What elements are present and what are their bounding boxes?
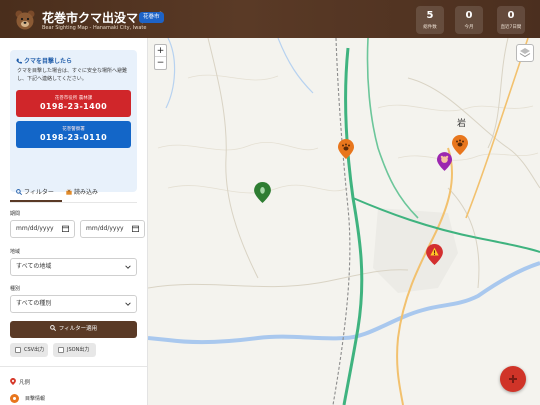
area-select-value: すべての地域 <box>16 263 52 270</box>
tab-import[interactable]: 読み込み <box>66 187 98 196</box>
legend-title-text: 凡例 <box>19 380 31 386</box>
city-office-label: 花巻市役所 農林課 <box>54 96 93 101</box>
sighting-marker[interactable] <box>338 139 354 159</box>
stat-total-value: 5 <box>426 10 434 21</box>
calendar-icon <box>132 225 139 232</box>
layers-button[interactable] <box>516 44 534 62</box>
chevron-down-icon <box>125 302 131 306</box>
date-to-input[interactable]: mm/dd/yyyy <box>80 220 145 238</box>
sidebar-tabs: フィルター 読み込み <box>10 182 140 202</box>
legend-divider <box>0 366 147 367</box>
report-sighting-fab[interactable] <box>500 366 526 392</box>
map-base <box>148 38 540 405</box>
police-number: 0198-23-0110 <box>39 133 108 142</box>
search-icon <box>16 189 23 196</box>
document-icon <box>58 347 64 353</box>
map-place-label: 岩 <box>457 119 467 129</box>
sighting-marker[interactable] <box>452 135 468 155</box>
area-select[interactable]: すべての地域 <box>10 258 137 276</box>
area-label: 地域 <box>10 249 21 255</box>
bear-logo-icon <box>15 10 35 30</box>
city-badge: 花巻市 <box>139 12 164 23</box>
damage-marker[interactable] <box>437 152 452 171</box>
json-export-label: JSON出力 <box>67 347 90 353</box>
sighting-dot-icon <box>10 394 19 403</box>
type-select-value: すべての種別 <box>16 300 52 307</box>
trace-marker[interactable] <box>254 182 271 203</box>
type-select[interactable]: すべての種別 <box>10 295 137 313</box>
document-icon <box>15 347 21 353</box>
chevron-down-icon <box>125 265 131 269</box>
alert-title: クマを目撃したら <box>16 56 72 65</box>
stat-week-value: 0 <box>507 10 515 21</box>
stat-month-value: 0 <box>465 10 473 21</box>
stat-week: 0 直近7日間 <box>497 6 525 34</box>
calendar-icon <box>62 225 69 232</box>
city-office-number: 0198-23-1400 <box>39 102 108 111</box>
tabs-divider <box>10 202 137 203</box>
tab-import-label: 読み込み <box>74 189 99 196</box>
sidebar: クマを目撃したら クマを目撃した場合は、すぐに安全な場所へ避難し、下記へ連絡して… <box>0 38 148 405</box>
tab-filter-label: フィルター <box>24 189 54 196</box>
zoom-control: + − <box>154 44 167 70</box>
alert-title-text: クマを目撃したら <box>24 58 73 65</box>
zoom-out-button[interactable]: − <box>155 57 166 69</box>
layers-icon <box>519 48 531 58</box>
emergency-alert-box: クマを目撃したら クマを目撃した場合は、すぐに安全な場所へ避難し、下記へ連絡して… <box>10 50 137 192</box>
zoom-in-button[interactable]: + <box>155 45 166 57</box>
call-city-office-button[interactable]: 花巻市役所 農林課 0198-23-1400 <box>16 90 131 117</box>
leaf-icon <box>260 187 265 194</box>
apply-filter-button[interactable]: フィルター適用 <box>10 321 137 338</box>
legend-item-label: 目撃情報 <box>25 396 46 402</box>
call-police-button[interactable]: 花巻警察署 0198-23-0110 <box>16 121 131 148</box>
json-export-button[interactable]: JSON出力 <box>53 343 96 357</box>
date-from-input[interactable]: mm/dd/yyyy <box>10 220 75 238</box>
pin-icon <box>10 378 16 385</box>
app-subtitle: Bear Sighting Map - Hanamaki City, Iwate <box>42 25 147 31</box>
police-label: 花巻警察署 <box>62 127 85 132</box>
search-icon <box>49 325 56 332</box>
stat-week-label: 直近7日間 <box>500 25 522 30</box>
inbox-icon <box>66 189 72 195</box>
app-header: 花巻市クマ出没マップ 花巻市 Bear Sighting Map - Hanam… <box>0 0 540 38</box>
csv-export-button[interactable]: CSV出力 <box>10 343 48 357</box>
date-from-placeholder: mm/dd/yyyy <box>16 225 54 232</box>
alert-text: クマを目撃した場合は、すぐに安全な場所へ避難し、下記へ連絡してください。 <box>17 68 128 82</box>
stat-total: 5 総件数 <box>416 6 444 34</box>
stat-total-label: 総件数 <box>423 25 437 30</box>
csv-export-label: CSV出力 <box>24 347 45 353</box>
legend-title: 凡例 <box>10 378 30 386</box>
phone-icon <box>16 58 22 64</box>
danger-marker[interactable] <box>426 244 443 265</box>
map-view[interactable]: 岩 + − <box>148 38 540 405</box>
plus-icon <box>509 375 517 383</box>
apply-filter-label: フィルター適用 <box>58 326 98 332</box>
legend-item-sighting: 目撃情報 <box>10 394 45 403</box>
type-label: 種別 <box>10 286 21 292</box>
date-to-placeholder: mm/dd/yyyy <box>86 225 124 232</box>
stat-month-label: 今月 <box>464 25 474 30</box>
period-label: 期間 <box>10 211 21 217</box>
stat-month: 0 今月 <box>455 6 483 34</box>
tab-filter[interactable]: フィルター <box>16 187 54 196</box>
